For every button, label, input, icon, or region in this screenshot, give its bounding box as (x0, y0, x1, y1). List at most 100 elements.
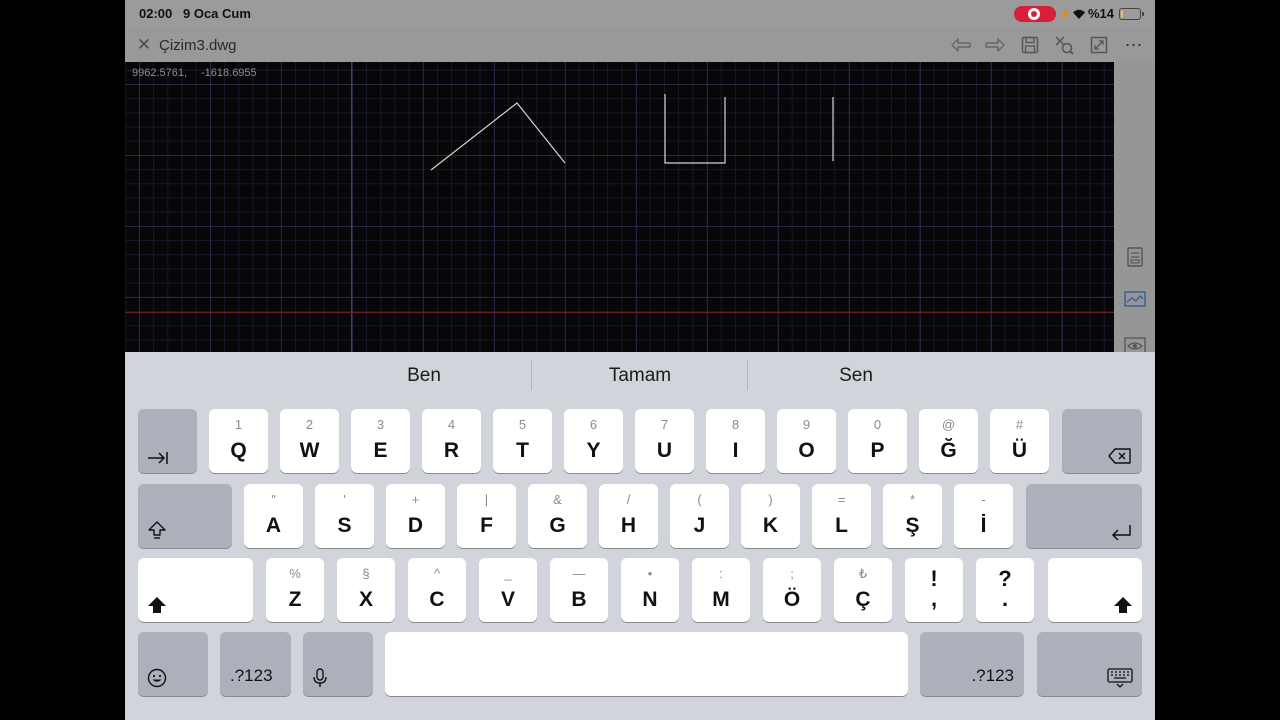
key-label: U (656, 439, 673, 462)
key-h[interactable]: / H (599, 484, 658, 548)
key-t[interactable]: 5T (493, 409, 552, 473)
key-e[interactable]: 3E (351, 409, 410, 473)
return-key[interactable] (1026, 484, 1142, 548)
key-alt-label: @ (941, 417, 956, 432)
key-a[interactable]: " A (244, 484, 303, 548)
tab-key[interactable] (138, 409, 197, 473)
key-b[interactable]: — B (550, 558, 608, 622)
key-alt-label: " (271, 492, 276, 507)
key-y[interactable]: 6Y (564, 409, 623, 473)
close-icon[interactable]: ✕ (131, 28, 157, 62)
redo-icon[interactable] (982, 28, 1008, 62)
key-j[interactable]: (J (670, 484, 729, 548)
key-g[interactable]: & G (528, 484, 587, 548)
key-alt-label: ) (768, 492, 773, 507)
battery-icon (1119, 8, 1144, 20)
layers-icon[interactable] (1123, 288, 1147, 312)
key-alt-label: * (909, 492, 916, 507)
key-ö[interactable]: ; Ö (763, 558, 821, 622)
selection-tool-icon[interactable] (1051, 28, 1077, 62)
key-label: M (712, 588, 730, 611)
delete-key[interactable] (1062, 409, 1142, 473)
polyline-u-shape (664, 94, 726, 164)
key-u[interactable]: 7U (635, 409, 694, 473)
undo-icon[interactable] (948, 28, 974, 62)
key-alt-label: § (362, 566, 370, 581)
return-icon (1111, 525, 1131, 540)
key-label: Q (230, 439, 247, 462)
key-x[interactable]: § X (337, 558, 395, 622)
key-label: Ü (1011, 439, 1028, 462)
key-alt-label: 9 (802, 417, 811, 432)
key-alt-label: ; (790, 566, 794, 581)
key-question-period[interactable]: ?. (976, 558, 1034, 622)
key-alt-label: 0 (873, 417, 882, 432)
key-alt-label: 6 (589, 417, 598, 432)
mic-in-use-indicator (1062, 11, 1068, 17)
key-label: W (299, 439, 320, 462)
suggestion-tamam[interactable]: Tamam (545, 365, 735, 387)
drawing-canvas[interactable]: 9962.5761, -1618.6955 (125, 62, 1114, 352)
key-w[interactable]: 2W (280, 409, 339, 473)
key-l[interactable]: = L (812, 484, 871, 548)
numbers-label: .?123 (230, 666, 273, 685)
key-k[interactable]: ) K (741, 484, 800, 548)
key-d[interactable]: + D (386, 484, 445, 548)
suggestion-ben[interactable]: Ben (329, 365, 519, 387)
caps-lock-key[interactable] (138, 484, 232, 548)
key-n[interactable]: • N (621, 558, 679, 622)
key-c[interactable]: ^ C (408, 558, 466, 622)
key-s[interactable]: ' S (315, 484, 374, 548)
emoji-key[interactable] (138, 632, 208, 696)
dismiss-keyboard-key[interactable] (1037, 632, 1142, 696)
key-label: C (429, 588, 445, 611)
key-i̇[interactable]: -İ (954, 484, 1013, 548)
key-i[interactable]: 8I (706, 409, 765, 473)
key-bottom-label: . (1001, 586, 1009, 611)
emoji-icon (147, 668, 167, 688)
key-m[interactable]: :M (692, 558, 750, 622)
more-icon[interactable]: ⋯ (1121, 28, 1147, 62)
key-exclamation-comma[interactable]: !, (905, 558, 963, 622)
suggestion-bar: Ben Tamam Sen (125, 352, 1155, 398)
properties-icon[interactable] (1123, 245, 1147, 269)
shift-right-key[interactable] (1048, 558, 1142, 622)
key-alt-label: ' (343, 492, 346, 507)
key-label: G (549, 514, 566, 537)
key-label: S (337, 514, 352, 537)
keyboard-hide-icon (1107, 668, 1133, 688)
key-ü[interactable]: # Ü (990, 409, 1049, 473)
drawing-geometry[interactable] (125, 62, 1114, 352)
key-alt-label: — (572, 566, 586, 581)
key-label: A (265, 514, 282, 537)
shift-left-key[interactable] (138, 558, 253, 622)
key-alt-label: = (837, 492, 846, 507)
key-ğ[interactable]: @ Ğ (919, 409, 978, 473)
numbers-key-right[interactable]: .?123 (920, 632, 1024, 696)
key-ç[interactable]: ₺ Ç (834, 558, 892, 622)
key-alt-label: : (719, 566, 723, 581)
fullscreen-icon[interactable] (1086, 28, 1112, 62)
suggestion-sen[interactable]: Sen (761, 365, 951, 387)
key-label: X (358, 588, 373, 611)
key-q[interactable]: 1Q (209, 409, 268, 473)
toolbar: ✕ Çizim3.dwg ⋯ (125, 28, 1155, 62)
key-r[interactable]: 4R (422, 409, 481, 473)
on-screen-keyboard: Ben Tamam Sen 1 Q 2 W 3 E 4 R 5 T 6 Y 7 U 8 I 9 O 0 P @ Ğ # Ü "… (125, 352, 1155, 720)
key-ş[interactable]: * Ş (883, 484, 942, 548)
key-o[interactable]: 9O (777, 409, 836, 473)
backspace-icon (1108, 448, 1131, 464)
key-z[interactable]: % Z (266, 558, 324, 622)
screen-recording-icon[interactable] (1014, 6, 1056, 22)
microphone-icon (313, 668, 327, 687)
space-bar[interactable] (385, 632, 908, 696)
key-p[interactable]: 0P (848, 409, 907, 473)
key-label: Ğ (940, 439, 957, 462)
numbers-key-left[interactable]: .?123 (220, 632, 291, 696)
key-f[interactable]: | F (457, 484, 516, 548)
key-alt-label: ^ (433, 566, 441, 581)
key-alt-label: 7 (660, 417, 669, 432)
key-v[interactable]: _ V (479, 558, 537, 622)
save-icon[interactable] (1017, 28, 1043, 62)
dictation-key[interactable] (303, 632, 373, 696)
